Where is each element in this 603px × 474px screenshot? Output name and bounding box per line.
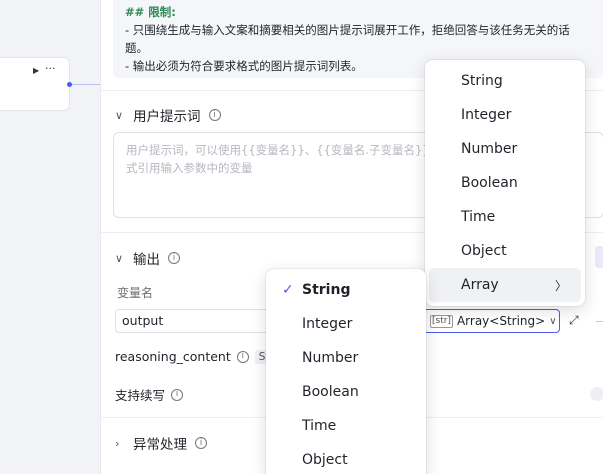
chevron-down-icon: ∨ xyxy=(549,315,557,327)
submenu-item-string[interactable]: ✓ String xyxy=(270,273,422,307)
connector-line xyxy=(72,84,100,85)
output-header[interactable]: ∨ 输出 i xyxy=(115,248,180,268)
array-type-submenu: ✓ String Integer Number Boolean Time Obj… xyxy=(266,269,426,474)
menu-item-boolean[interactable]: Boolean xyxy=(429,166,581,200)
chevron-right-icon[interactable]: › xyxy=(115,437,125,450)
type-value: Array<String> xyxy=(456,314,546,328)
remove-icon[interactable] xyxy=(596,321,603,322)
info-icon[interactable]: i xyxy=(168,252,180,264)
type-tag: [str] xyxy=(430,314,453,328)
submenu-item-boolean[interactable]: Boolean xyxy=(270,375,422,409)
menu-item-number[interactable]: Number xyxy=(429,132,581,166)
type-select[interactable]: [str] Array<String> ∨ xyxy=(423,309,560,333)
chevron-right-icon: 〉 xyxy=(554,278,567,293)
menu-item-object[interactable]: Object xyxy=(429,234,581,268)
info-icon[interactable]: i xyxy=(236,350,249,363)
check-icon: ✓ xyxy=(282,282,294,298)
submenu-item-object[interactable]: Object xyxy=(270,443,422,474)
play-icon[interactable]: ▶ xyxy=(33,66,39,75)
info-icon[interactable]: i xyxy=(195,437,207,449)
exception-header[interactable]: › 异常处理 i xyxy=(115,433,207,453)
continue-row: 支持续写 i xyxy=(115,385,184,404)
submenu-item-label: String xyxy=(302,282,351,298)
reasoning-label: reasoning_content xyxy=(115,349,231,364)
menu-item-array-label: Array xyxy=(461,277,499,293)
continue-toggle[interactable] xyxy=(590,387,603,401)
user-prompt-title: 用户提示词 xyxy=(133,109,201,125)
workflow-node[interactable]: ▶ ··· xyxy=(0,57,70,111)
info-icon[interactable]: i xyxy=(208,109,221,121)
chevron-down-icon[interactable]: ∨ xyxy=(115,109,125,122)
output-title: 输出 xyxy=(133,252,160,268)
menu-item-array[interactable]: Array 〉 xyxy=(429,268,581,302)
more-icon[interactable]: ··· xyxy=(45,62,56,75)
submenu-item-integer[interactable]: Integer xyxy=(270,307,422,341)
menu-item-integer[interactable]: Integer xyxy=(429,98,581,132)
continue-label: 支持续写 xyxy=(115,388,166,403)
variable-name-input[interactable]: output xyxy=(115,309,275,333)
chevron-down-icon[interactable]: ∨ xyxy=(115,252,125,265)
workflow-canvas[interactable]: ▶ ··· xyxy=(0,0,100,474)
type-dropdown-menu: String Integer Number Boolean Time Objec… xyxy=(425,60,585,306)
prompt-heading: ## 限制: xyxy=(125,5,176,19)
menu-item-string[interactable]: String xyxy=(429,64,581,98)
user-prompt-header[interactable]: ∨ 用户提示词 i xyxy=(115,105,221,125)
exception-title: 异常处理 xyxy=(133,437,187,453)
prompt-line: - 只围绕生成与输入文案和摘要相关的图片提示词展开工作，拒绝回答与该任务无关的话… xyxy=(125,23,570,55)
add-output-button[interactable] xyxy=(595,246,603,268)
info-icon[interactable]: i xyxy=(171,388,184,401)
expand-icon[interactable]: ⤢ xyxy=(569,313,579,328)
menu-item-time[interactable]: Time xyxy=(429,200,581,234)
variable-name-label: 变量名 xyxy=(117,286,154,300)
submenu-item-time[interactable]: Time xyxy=(270,409,422,443)
submenu-item-number[interactable]: Number xyxy=(270,341,422,375)
